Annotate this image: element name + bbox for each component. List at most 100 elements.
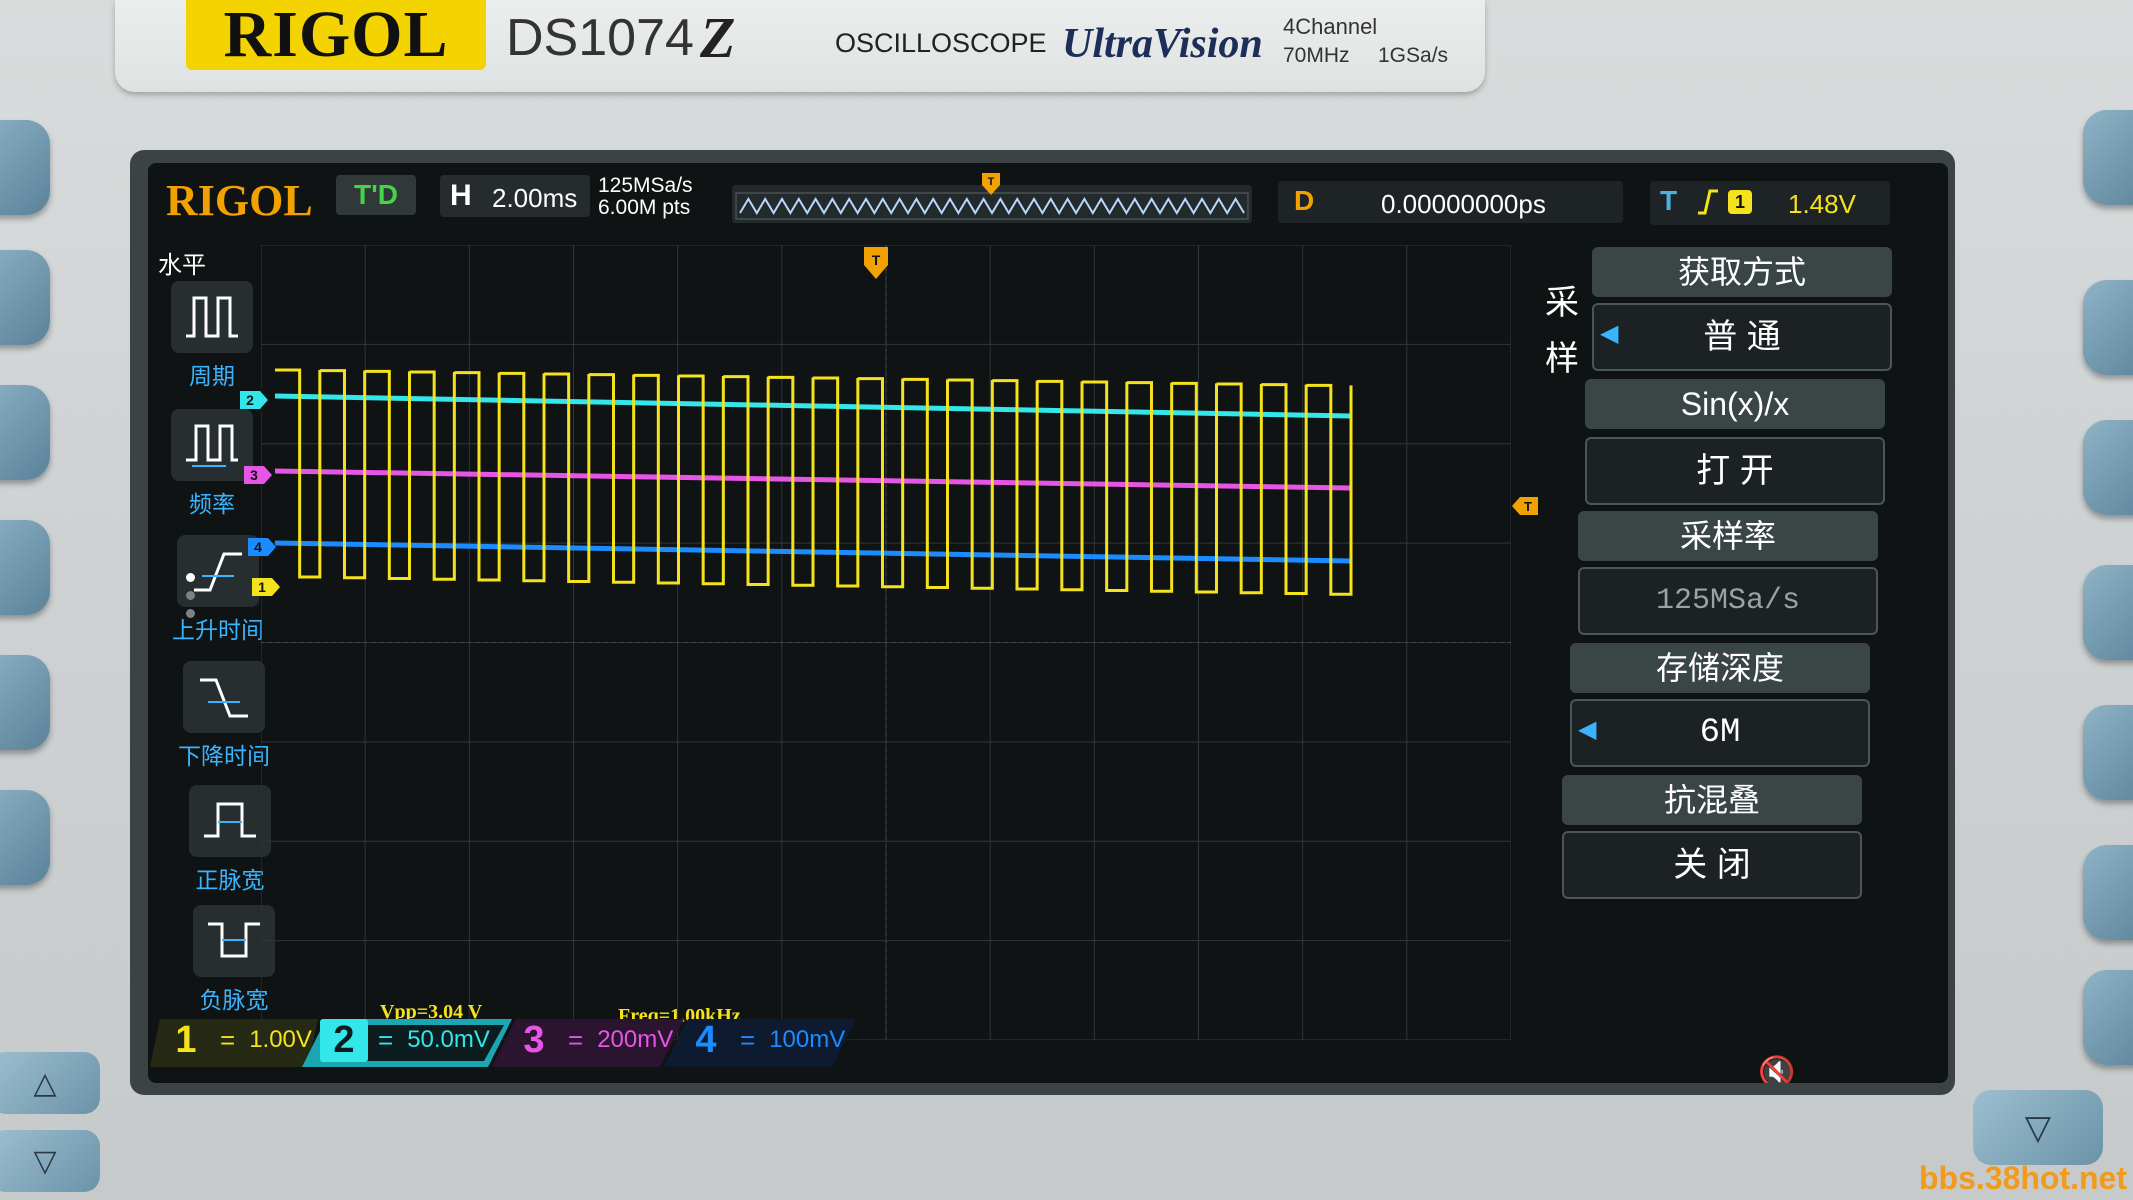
left-softkey-1[interactable]	[0, 120, 50, 215]
dc-coupling-icon: =	[378, 1024, 394, 1055]
rising-edge-icon	[1698, 189, 1718, 215]
memory-depth-select[interactable]: 6M	[1570, 699, 1870, 767]
measure-category-label: 水平	[158, 252, 206, 279]
select-indicator-icon: ◀	[1600, 320, 1619, 347]
acquire-menu: 采 样 获取方式 普 通 ◀ Sin(x)/x 打 开 采样率 125MSa/s…	[1540, 245, 1940, 1035]
measure-period-item[interactable]: 周期	[162, 281, 262, 391]
mute-icon[interactable]: 🔇	[1758, 1055, 1795, 1083]
trigger-level-value: 1.48V	[1788, 189, 1856, 219]
page-dot	[186, 609, 195, 618]
dc-coupling-icon: =	[568, 1024, 584, 1055]
anti-alias-title: 抗混叠	[1562, 775, 1862, 825]
page-dot-active	[186, 573, 195, 582]
device-type-label: OSCILLOSCOPE	[835, 28, 1047, 58]
arrow-up-icon: △	[33, 1066, 57, 1100]
menu-page-down-button[interactable]: ▽	[1973, 1090, 2103, 1165]
series-logo: UltraVision	[1062, 21, 1263, 67]
menu-softkey-3[interactable]	[2083, 420, 2133, 515]
delay-label: D	[1294, 185, 1315, 216]
run-state-badge[interactable]: T'D	[336, 175, 416, 215]
sinx-toggle[interactable]: 打 开	[1585, 437, 1885, 505]
channel-2-status[interactable]: 2 = 50.0mV	[320, 1015, 490, 1065]
left-softkey-5[interactable]	[0, 655, 50, 750]
measure-rise-time-label: 上升时间	[172, 617, 264, 643]
overview-trigger-label: T	[988, 176, 995, 188]
left-softkey-2[interactable]	[0, 250, 50, 345]
channel-1-marker-label: 1	[258, 579, 266, 595]
period-icon	[171, 281, 253, 353]
menu-softkey-4[interactable]	[2083, 565, 2133, 660]
trigger-position-label: T	[872, 252, 881, 268]
overview-trigger-marker: T	[982, 173, 1000, 195]
measure-period-label: 周期	[189, 363, 235, 389]
scope-display: RIGOL T'D H 2.00ms 125MSa/s 6.00M pts T …	[148, 163, 1948, 1083]
measure-fall-time-label: 下降时间	[178, 743, 270, 769]
trigger-position-marker: T	[864, 247, 888, 279]
left-down-button[interactable]: ▽	[0, 1130, 100, 1192]
sample-rate-readout: 125MSa/s	[598, 174, 693, 197]
measure-frequency-label: 频率	[189, 491, 235, 517]
channel-4-marker-label: 4	[254, 539, 262, 555]
model-number: DS1074	[506, 9, 694, 67]
trigger-source-badge: 1	[1728, 190, 1752, 214]
menu-softkey-1[interactable]	[2083, 110, 2133, 205]
delay-value: 0.00000000ps	[1381, 189, 1546, 219]
channel-1-number: 1	[175, 1018, 197, 1061]
sample-rate-value: 125MSa/s	[1578, 567, 1878, 635]
channel-1-scale: 1.00V	[249, 1026, 312, 1053]
left-up-button[interactable]: △	[0, 1052, 100, 1114]
channel-4-status[interactable]: 4 = 100mV	[682, 1015, 845, 1065]
channel-4-offset-marker: 4	[248, 538, 276, 556]
measure-fall-time-item[interactable]: 下降时间	[174, 661, 274, 771]
arrow-down-icon: ▽	[2024, 1108, 2052, 1147]
left-softkey-3[interactable]	[0, 385, 50, 480]
memory-depth-readout: 6.00M pts	[598, 196, 691, 219]
positive-width-icon	[189, 785, 271, 857]
channel-2-number: 2	[320, 1018, 368, 1062]
channel-2-offset-marker: 2	[240, 391, 268, 409]
channel-3-scale: 200mV	[597, 1026, 674, 1053]
acquisition-info: 125MSa/s 6.00M pts	[598, 175, 693, 219]
page-dot	[186, 591, 195, 600]
trigger-level-marker-label: T	[1524, 499, 1532, 514]
anti-alias-toggle[interactable]: 关 闭	[1562, 831, 1862, 899]
sinx-title: Sin(x)/x	[1585, 379, 1885, 429]
channel-1-offset-marker: 1	[252, 578, 280, 596]
channel-2-marker-label: 2	[246, 392, 254, 408]
menu-vertical-label-2: 样	[1545, 340, 1579, 378]
arrow-down-icon: ▽	[33, 1144, 57, 1178]
channel-2-scale: 50.0mV	[407, 1026, 490, 1053]
channel-3-offset-marker: 3	[244, 466, 272, 484]
spec-bandwidth: 70MHz	[1283, 44, 1350, 67]
sample-rate-title: 采样率	[1578, 511, 1878, 561]
menu-vertical-label-1: 采	[1545, 284, 1579, 322]
menu-softkey-2[interactable]	[2083, 280, 2133, 375]
channel-3-status[interactable]: 3 = 200mV	[510, 1015, 673, 1065]
waveform-graticule: T	[261, 245, 1511, 1040]
menu-softkey-7[interactable]	[2083, 970, 2133, 1065]
menu-softkey-6[interactable]	[2083, 845, 2133, 940]
screen-logo: RIGOL	[166, 176, 313, 225]
trigger-label: T	[1660, 185, 1678, 216]
dc-coupling-icon: =	[220, 1024, 236, 1055]
channel-4-number: 4	[695, 1018, 717, 1061]
left-softkey-6[interactable]	[0, 790, 50, 885]
timebase-value: 2.00ms	[492, 183, 578, 213]
channel-4-scale: 100mV	[769, 1026, 846, 1053]
spec-sample-rate: 1GSa/s	[1378, 44, 1449, 67]
channel-1-status[interactable]: 1 = 1.00V	[162, 1015, 312, 1065]
spec-channels: 4Channel	[1283, 14, 1378, 39]
frequency-icon	[171, 409, 253, 481]
memory-depth-title: 存储深度	[1570, 643, 1870, 693]
fall-time-icon	[183, 661, 265, 733]
menu-softkey-5[interactable]	[2083, 705, 2133, 800]
timebase-label: H	[450, 179, 472, 212]
channel-3-number: 3	[523, 1018, 545, 1061]
trigger-level-marker: T	[1512, 497, 1538, 515]
brand-logo: RIGOL	[186, 0, 486, 71]
acquire-mode-title: 获取方式	[1592, 247, 1892, 297]
menu-page-indicator	[186, 573, 196, 627]
watermark: bbs.38hot.net	[1918, 1160, 2127, 1196]
acquire-mode-select[interactable]: 普 通	[1592, 303, 1892, 371]
left-softkey-4[interactable]	[0, 520, 50, 615]
